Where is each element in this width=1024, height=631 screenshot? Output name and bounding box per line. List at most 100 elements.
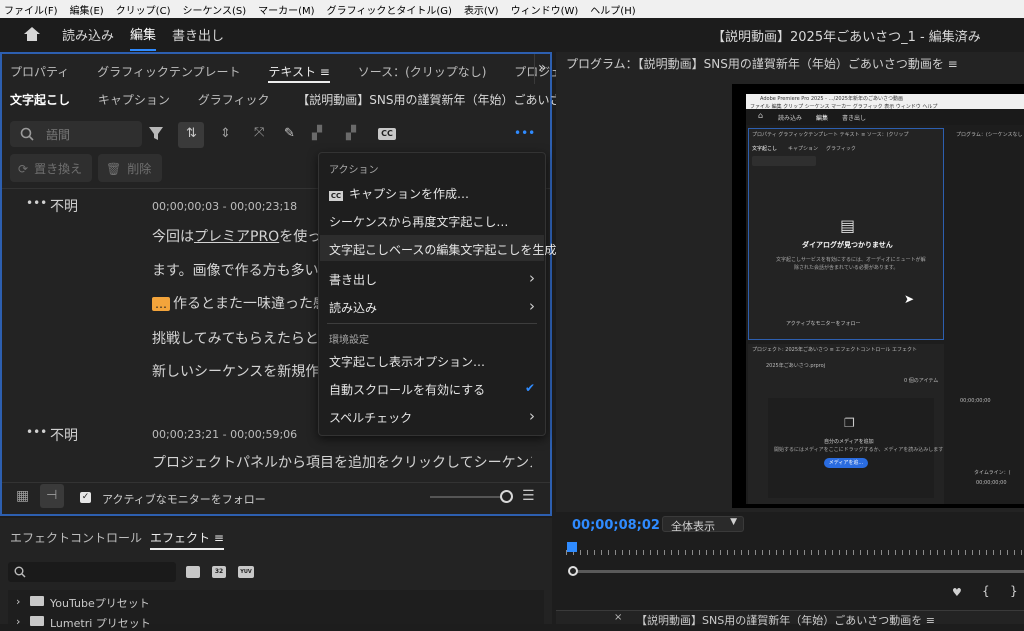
transcript-line[interactable]: … 作るとまた一味違った感 <box>152 293 320 313</box>
tab-graphics[interactable]: グラフィック <box>198 93 270 107</box>
effects-panel: エフェクトコントロール エフェクト ≡ 32 YUV › YouTubeプリセッ… <box>0 518 552 630</box>
transcript-word-highlight[interactable]: プレミアPRO <box>194 229 279 245</box>
follow-checkbox[interactable]: ✓ <box>80 492 91 503</box>
nested-timeline: タイムライン：( <box>974 470 1011 476</box>
nested-project-file: 2025年ごあいさつ.prproj <box>766 363 826 369</box>
tab-effects[interactable]: エフェクト ≡ <box>150 529 224 550</box>
menu-marker[interactable]: マーカー(M) <box>258 2 314 17</box>
mark-out-icon[interactable]: } <box>1010 584 1018 598</box>
playhead-marker[interactable] <box>567 542 577 552</box>
menu-item-spellcheck[interactable]: スペルチェック <box>329 409 412 426</box>
transcript-line[interactable]: プロジェクトパネルから項目を追加をクリックしてシーケンス図 <box>152 452 532 472</box>
time-ruler[interactable] <box>566 542 1024 558</box>
menu-sequence[interactable]: シーケンス(S) <box>182 2 246 17</box>
merge-down-icon[interactable]: ▞ <box>346 126 356 141</box>
menu-item-retranscribe[interactable]: シーケンスから再度文字起こし… <box>329 213 508 230</box>
more-options-icon[interactable]: ••• <box>514 126 535 140</box>
settings-sliders-icon[interactable]: ☰ <box>522 488 535 504</box>
marker-icon[interactable]: ♥ <box>952 586 962 599</box>
32bit-effects-icon[interactable]: 32 <box>212 566 226 578</box>
accelerated-effects-icon[interactable] <box>186 566 200 578</box>
replace-button[interactable]: ⟳ 置き換え <box>10 154 92 182</box>
playhead-timecode[interactable]: 00;00;08;02 <box>572 518 660 533</box>
delete-button[interactable]: 🗑 削除 <box>98 154 162 182</box>
nested-media-button: メディアを追... <box>824 458 868 468</box>
transcript-line[interactable]: ます。画像で作る方も多い <box>152 260 320 280</box>
tab-captions[interactable]: キャプション <box>98 93 170 107</box>
speaker-name[interactable]: 不明 <box>50 425 78 445</box>
chevron-right-icon[interactable]: › <box>16 615 20 628</box>
merge-icon[interactable]: ▞ <box>312 126 322 141</box>
speaker-name[interactable]: 不明 <box>50 196 78 216</box>
menu-item-export[interactable]: 書き出し <box>329 271 377 288</box>
tab-transcript[interactable]: 文字起こし <box>10 93 70 107</box>
pause-marker[interactable]: … <box>152 297 170 311</box>
film-icon[interactable]: ▦ <box>16 488 29 504</box>
speaker-more-icon[interactable]: ••• <box>26 196 47 210</box>
nav-export[interactable]: 書き出し <box>172 19 224 50</box>
menu-item-create-captions[interactable]: CC キャプションを作成… <box>329 185 469 202</box>
nested-tc: 00;00;00;00 <box>960 398 991 404</box>
zoom-slider-handle[interactable] <box>500 490 513 503</box>
effects-search-input[interactable] <box>8 562 176 582</box>
transcript-word[interactable]: 今回は <box>152 229 194 245</box>
submenu-chevron-icon: › <box>529 297 535 315</box>
filter-icon[interactable] <box>148 126 168 142</box>
nav-edit[interactable]: 編集 <box>130 18 157 51</box>
nav-import[interactable]: 読み込み <box>62 19 114 50</box>
effects-folder-lumetri[interactable]: Lumetri プリセット <box>50 615 151 631</box>
nested-transcript-icon: ▤ <box>840 216 856 235</box>
split-icon[interactable]: ⤧ <box>254 125 264 140</box>
panel-overflow-icon[interactable]: » <box>538 60 547 76</box>
speaker-more-icon[interactable]: ••• <box>26 425 47 439</box>
tab-properties[interactable]: プロパティ <box>10 65 69 79</box>
yuv-effects-icon[interactable]: YUV <box>238 566 254 578</box>
close-icon[interactable]: × <box>614 612 622 623</box>
tab-text[interactable]: テキスト ≡ <box>268 65 330 83</box>
timeline-panel-header: × 【説明動画】SNS用の謹賀新年（年始）ごあいさつ動画を ≡ <box>556 610 1024 627</box>
transcript-word[interactable]: を使って <box>279 229 320 245</box>
delete-label: 削除 <box>127 162 152 176</box>
transcript-line[interactable]: 挑戦してみてもらえたらと思 <box>152 328 320 348</box>
home-icon[interactable] <box>24 27 40 41</box>
program-monitor-frame[interactable]: Adobe Premiere Pro 2025 - …/2025年新年のごあいさ… <box>732 84 1024 508</box>
menu-edit[interactable]: 編集(E) <box>70 2 104 17</box>
submenu-chevron-icon: › <box>529 269 535 287</box>
zoom-slider-track[interactable] <box>430 496 506 498</box>
menu-help[interactable]: ヘルプ(H) <box>590 2 635 17</box>
timeline-title: 【説明動画】SNS用の謹賀新年（年始）ごあいさつ動画を ≡ <box>636 614 935 627</box>
menu-item-import[interactable]: 読み込み <box>329 299 377 316</box>
pencil-icon[interactable]: ✎ <box>284 126 295 141</box>
chevron-right-icon[interactable]: › <box>16 595 20 608</box>
mark-in-icon[interactable]: { <box>982 584 990 598</box>
menu-window[interactable]: ウィンドウ(W) <box>511 2 579 17</box>
nested-media-icon: ❐ <box>844 416 855 430</box>
effects-folder-youtube[interactable]: YouTubeプリセット <box>50 595 150 611</box>
tab-source[interactable]: ソース：(クリップなし) <box>358 65 487 79</box>
tab-effect-controls[interactable]: エフェクトコントロール <box>10 529 142 546</box>
transcript-line[interactable]: 今回はプレミアPROを使って <box>152 226 320 246</box>
nested-app-title: Adobe Premiere Pro 2025 - …/2025年新年のごあいさ… <box>760 96 903 102</box>
menu-file[interactable]: ファイル(F) <box>4 2 58 17</box>
zoom-fit-select[interactable]: 全体表示 ▼ <box>662 516 744 533</box>
nested-subtab: グラフィック <box>826 146 856 152</box>
menu-item-generate-transcript[interactable]: 文字起こしベースの編集文字起こしを生成… <box>329 241 568 258</box>
transcript-context-menu: アクション CC キャプションを作成… シーケンスから再度文字起こし… 文字起こし… <box>318 152 568 436</box>
badge-yuv: YUV <box>240 569 252 575</box>
menu-section-actions: アクション <box>329 165 379 176</box>
cc-icon[interactable]: CC <box>378 128 396 140</box>
menu-clip[interactable]: クリップ(C) <box>116 2 171 17</box>
tab-graphic-templates[interactable]: グラフィックテンプレート <box>97 65 240 79</box>
menu-item-autoscroll[interactable]: 自動スクロールを有効にする <box>329 381 485 398</box>
menu-view[interactable]: 表示(V) <box>464 2 499 17</box>
menu-item-display-options[interactable]: 文字起こし表示オプション… <box>329 353 485 370</box>
program-monitor-title: プログラム：【説明動画】SNS用の謹賀新年（年始）ごあいさつ動画を ≡ <box>566 57 958 71</box>
transcript-word[interactable]: 作るとまた一味違った感 <box>173 296 320 312</box>
nested-dialog-title: ダイアログが見つかりません <box>802 241 893 249</box>
chevron-down-icon: ▼ <box>730 517 737 527</box>
playhead-handle[interactable] <box>568 566 578 576</box>
playback-bar[interactable] <box>572 570 1024 573</box>
transcript-line[interactable]: 新しいシーケンスを新規作成 <box>152 361 320 381</box>
move-up-down-icon[interactable]: ⇕ <box>220 126 231 141</box>
menu-graphics[interactable]: グラフィックとタイトル(G) <box>327 2 452 17</box>
